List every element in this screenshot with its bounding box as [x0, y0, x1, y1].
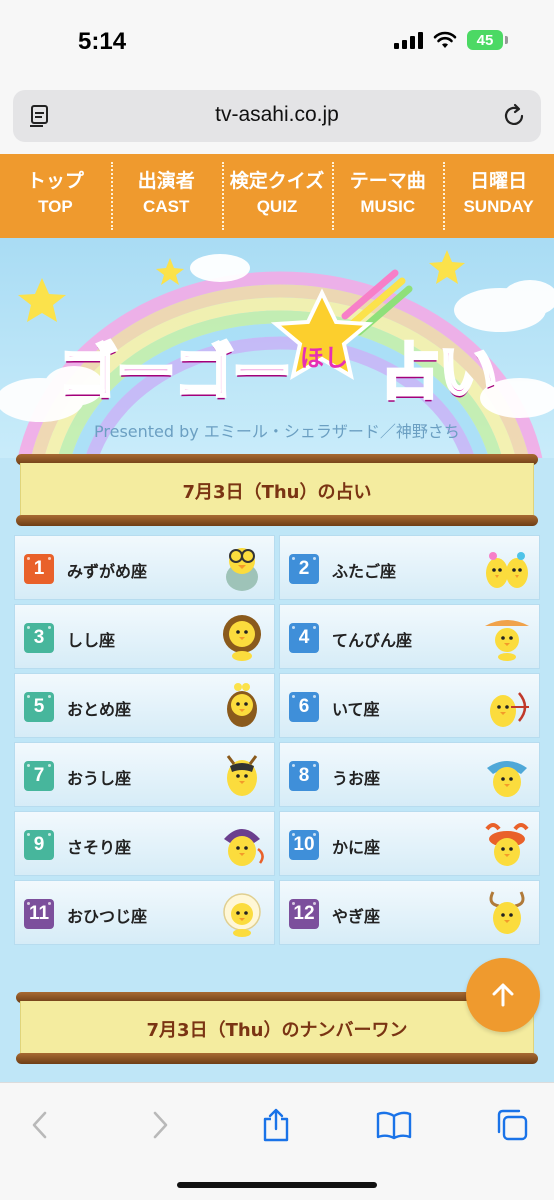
zodiac-sign-name: しし座	[67, 631, 116, 650]
arrow-up-icon	[492, 983, 514, 1007]
zodiac-sign-name: うお座	[332, 769, 381, 788]
zodiac-sign-name: てんびん座	[332, 631, 413, 650]
bookmarks-button[interactable]	[374, 1105, 414, 1145]
cellular-signal-icon	[394, 31, 423, 49]
nav-label-jp: 出演者	[137, 170, 195, 192]
battery-level: 45	[467, 30, 503, 50]
logo-text-left: ゴーゴー	[57, 337, 294, 410]
zodiac-sign-name: おうし座	[67, 769, 132, 788]
tabs-icon	[497, 1109, 528, 1141]
cancer-character-icon	[485, 823, 529, 866]
wifi-icon	[433, 31, 457, 48]
address-bar[interactable]: tv-asahi.co.jp	[13, 90, 541, 142]
ranking-date-banner: 7月3日（Thu）の占い	[16, 454, 538, 526]
rank-badge: 5	[24, 692, 54, 722]
rank-badge: 10	[289, 830, 319, 860]
number-one-banner: 7月3日（Thu）のナンバーワン	[16, 992, 538, 1064]
tabs-button[interactable]	[492, 1105, 532, 1145]
ranking-item-12[interactable]: 12 やぎ座	[279, 880, 540, 945]
site-navigation: トップ TOP 出演者 CAST 検定クイズ QUIZ テーマ曲 MUSIC 日…	[0, 154, 554, 238]
back-button[interactable]	[20, 1105, 60, 1145]
chevron-right-icon	[153, 1111, 168, 1139]
nav-top[interactable]: トップ TOP	[0, 154, 111, 238]
status-icons: 45	[394, 30, 508, 50]
nav-label-en: SUNDAY	[463, 197, 534, 216]
zodiac-sign-name: おひつじ座	[67, 907, 148, 926]
number-one-title: 7月3日（Thu）のナンバーワン	[146, 1020, 408, 1041]
pisces-character-icon	[487, 761, 527, 797]
ranking-item-6[interactable]: 6 いて座	[279, 673, 540, 738]
zodiac-sign-name: おとめ座	[67, 700, 132, 719]
nav-label-en: TOP	[38, 197, 73, 216]
rank-badge: 3	[24, 623, 54, 653]
nav-music[interactable]: テーマ曲 MUSIC	[332, 154, 443, 238]
gemini-character-icon	[486, 552, 528, 588]
zodiac-sign-name: かに座	[332, 838, 381, 857]
rank-badge: 12	[289, 899, 319, 929]
ranking-item-5[interactable]: 5 おとめ座	[14, 673, 275, 738]
hero-logo-area: ゴーゴー 占い ほし Presented by エミール・シェラザード／神野さち	[0, 238, 554, 458]
status-bar: 5:14 45	[0, 0, 554, 84]
leo-character-icon	[223, 615, 261, 661]
rank-badge: 4	[289, 623, 319, 653]
nav-label-en: MUSIC	[360, 197, 416, 216]
logo-text-right: 占い	[379, 337, 500, 410]
book-icon	[376, 1111, 412, 1140]
ranking-item-10[interactable]: 10 かに座	[279, 811, 540, 876]
zodiac-sign-name: さそり座	[67, 838, 132, 857]
chevron-left-icon	[32, 1111, 47, 1139]
nav-sunday[interactable]: 日曜日 SUNDAY	[443, 154, 554, 238]
nav-cast[interactable]: 出演者 CAST	[110, 154, 222, 238]
zodiac-sign-name: みずがめ座	[67, 562, 148, 581]
zodiac-ranking-grid: 1 みずがめ座 2 ふたご座 3 しし座 4 てんびん座 5 おとめ座 6 いて…	[14, 535, 540, 945]
ranking-item-3[interactable]: 3 しし座	[14, 604, 275, 669]
rank-badge: 2	[289, 554, 319, 584]
sagittarius-character-icon	[490, 692, 529, 727]
ranking-item-4[interactable]: 4 てんびん座	[279, 604, 540, 669]
ranking-item-2[interactable]: 2 ふたご座	[279, 535, 540, 600]
ranking-item-9[interactable]: 9 さそり座	[14, 811, 275, 876]
share-icon	[263, 1108, 289, 1142]
nav-label-jp: トップ	[26, 170, 84, 192]
zodiac-sign-name: いて座	[332, 700, 380, 719]
status-time: 5:14	[78, 28, 127, 55]
browser-address-area: tv-asahi.co.jp	[0, 84, 554, 154]
rank-badge: 6	[289, 692, 319, 722]
ranking-date-title: 7月3日（Thu）の占い	[182, 482, 372, 503]
zodiac-sign-name: やぎ座	[332, 907, 381, 926]
url-text: tv-asahi.co.jp	[215, 103, 339, 126]
nav-label-en: QUIZ	[256, 197, 298, 216]
ranking-item-8[interactable]: 8 うお座	[279, 742, 540, 807]
presented-by-credit: Presented by エミール・シェラザード／神野さち	[94, 422, 460, 441]
scorpio-character-icon	[224, 829, 264, 866]
ranking-item-7[interactable]: 7 おうし座	[14, 742, 275, 807]
ranking-item-11[interactable]: 11 おひつじ座	[14, 880, 275, 945]
nav-quiz[interactable]: 検定クイズ QUIZ	[221, 154, 333, 238]
nav-label-jp: 検定クイズ	[229, 170, 325, 192]
nav-label-jp: 日曜日	[470, 170, 528, 192]
rank-badge: 1	[24, 554, 54, 584]
aries-character-icon	[223, 893, 261, 937]
program-logo: ゴーゴー 占い	[57, 324, 500, 411]
capricorn-character-icon	[489, 891, 525, 934]
battery-icon: 45	[467, 30, 508, 50]
rank-badge: 7	[24, 761, 54, 791]
forward-button[interactable]	[140, 1105, 180, 1145]
rank-badge: 9	[24, 830, 54, 860]
rank-badge: 11	[24, 899, 54, 929]
libra-character-icon	[485, 620, 529, 661]
zodiac-sign-name: ふたご座	[332, 562, 397, 581]
logo-star-text: ほし	[300, 344, 348, 372]
home-indicator	[177, 1182, 377, 1188]
reload-icon[interactable]	[501, 103, 527, 129]
rank-badge: 8	[289, 761, 319, 791]
aquarius-character-icon	[226, 548, 258, 591]
nav-label-jp: テーマ曲	[349, 170, 426, 192]
nav-label-en: CAST	[143, 197, 190, 216]
virgo-character-icon	[227, 683, 257, 727]
ranking-item-1[interactable]: 1 みずがめ座	[14, 535, 275, 600]
share-button[interactable]	[256, 1105, 296, 1145]
back-to-top-button[interactable]	[466, 958, 540, 1032]
taurus-character-icon	[226, 755, 258, 796]
